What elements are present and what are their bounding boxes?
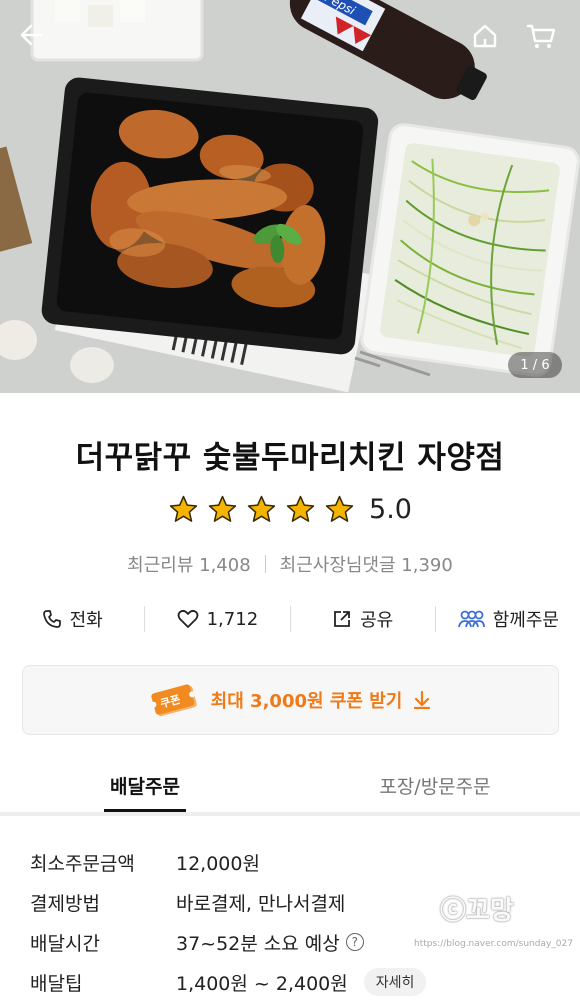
food-photo-illustration: Pepsi	[0, 0, 580, 393]
cart-button[interactable]	[526, 22, 560, 56]
order-type-tabs: 배달주문 포장/방문주문	[0, 760, 580, 812]
tab-pickup[interactable]: 포장/방문주문	[290, 760, 580, 812]
star-icon	[208, 495, 237, 522]
share-icon	[334, 611, 350, 627]
star-icon	[325, 495, 354, 522]
help-icon[interactable]: ?	[345, 933, 364, 951]
info-value-wrap: 1,400원 ~ 2,400원 자세히	[176, 968, 427, 996]
image-counter: 1 / 6	[508, 352, 562, 378]
back-button[interactable]	[18, 22, 52, 56]
home-button[interactable]	[471, 22, 505, 56]
group-people-icon	[457, 610, 485, 628]
details-button[interactable]: 자세히	[363, 968, 427, 996]
call-label: 전화	[69, 610, 103, 631]
coupon-text: 최대 3,000원 쿠폰 받기	[210, 691, 403, 712]
group-order-label: 함께주문	[492, 610, 559, 631]
divider	[0, 812, 580, 816]
info-label: 결제방법	[30, 892, 100, 915]
tab-pickup-label: 포장/방문주문	[379, 776, 491, 798]
watermark-url: https://blog.naver.com/sunday_027	[414, 939, 573, 949]
like-button[interactable]: 1,712	[145, 609, 289, 630]
divider	[264, 555, 266, 573]
info-value: 12,000원	[176, 852, 260, 875]
store-name: 더꾸닭꾸 숯불두마리치킨 자양점	[75, 440, 505, 476]
call-button[interactable]: 전화	[0, 606, 144, 632]
rating-row: 5.0	[0, 494, 580, 525]
info-label: 최소주문금액	[30, 852, 135, 875]
star-icon	[286, 495, 315, 522]
info-value: 1,400원 ~ 2,400원	[176, 972, 348, 995]
watermark: ⓒ꼬망	[440, 896, 514, 926]
heart-icon	[177, 609, 199, 628]
info-value: 37~52분 소요 예상	[176, 932, 340, 955]
rating-value: 5.0	[369, 494, 412, 525]
tab-delivery[interactable]: 배달주문	[0, 760, 290, 812]
cart-icon	[526, 24, 556, 48]
home-icon	[473, 24, 497, 48]
download-arrow-icon	[414, 690, 431, 710]
group-order-button[interactable]: 함께주문	[436, 606, 580, 632]
coupon-ticket-icon: 쿠폰	[150, 684, 197, 717]
star-icon	[169, 495, 198, 522]
star-icon	[247, 495, 276, 522]
coupon-download-button[interactable]: 쿠폰 최대 3,000원 쿠폰 받기	[22, 665, 559, 735]
info-value: 바로결제, 만나서결제	[176, 892, 346, 915]
star-rating	[168, 494, 355, 525]
action-bar: 전화 1,712 공유 함께주문	[0, 602, 580, 636]
info-value-wrap: 37~52분 소요 예상 ?	[176, 929, 364, 956]
phone-icon	[42, 610, 61, 628]
back-arrow-icon	[20, 24, 43, 46]
store-photo[interactable]: Pepsi 1 / 6	[0, 0, 580, 393]
tab-delivery-label: 배달주문	[110, 776, 180, 798]
info-label: 배달팁	[30, 972, 83, 995]
review-stats: 최근리뷰 1,408 최근사장님댓글 1,390	[0, 551, 580, 577]
info-row-min-order: 최소주문금액 12,000원	[30, 842, 550, 882]
share-button[interactable]: 공유	[291, 606, 435, 632]
share-label: 공유	[360, 610, 394, 631]
info-label: 배달시간	[30, 932, 100, 955]
info-row-delivery-tip: 배달팁 1,400원 ~ 2,400원 자세히	[30, 962, 550, 1002]
owner-replies-link[interactable]: 최근사장님댓글 1,390	[280, 551, 453, 577]
like-count: 1,712	[206, 608, 259, 630]
recent-reviews-link[interactable]: 최근리뷰 1,408	[127, 551, 251, 577]
